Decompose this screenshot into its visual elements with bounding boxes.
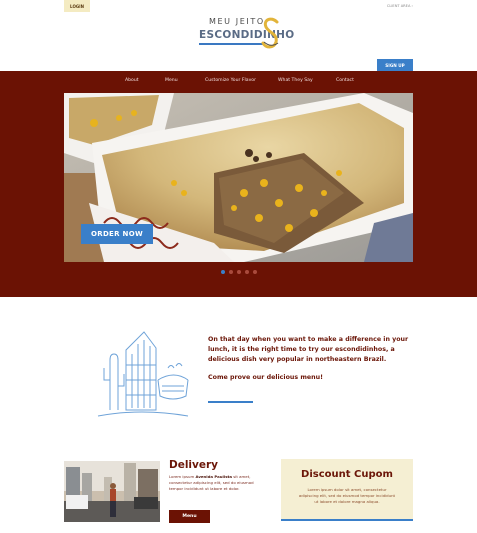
nav-item-about[interactable]: About bbox=[125, 78, 139, 83]
about-paragraph: On that day when you want to make a diff… bbox=[208, 336, 409, 363]
client-area-link[interactable]: CLIENT AREA › bbox=[387, 4, 413, 8]
discount-card: Discount Cupom Lorem ipsum dolor sit ame… bbox=[281, 459, 413, 521]
nav-item-customize[interactable]: Customize Your Flavor bbox=[205, 78, 256, 83]
logo-tagline: MEU JEITO bbox=[209, 17, 265, 26]
order-now-button[interactable]: ORDER NOW bbox=[81, 224, 153, 244]
discount-title: Discount Cupom bbox=[301, 469, 393, 480]
nav-item-testimonials[interactable]: What They Say bbox=[278, 78, 313, 83]
carousel-dot[interactable] bbox=[237, 270, 241, 274]
carousel-dot[interactable] bbox=[245, 270, 249, 274]
logo-s-mark bbox=[261, 17, 279, 49]
signup-button[interactable]: SIGN UP bbox=[377, 59, 413, 71]
about-divider bbox=[208, 401, 253, 403]
carousel-dot[interactable] bbox=[221, 270, 225, 274]
carousel-dot[interactable] bbox=[253, 270, 257, 274]
carousel-dot[interactable] bbox=[229, 270, 233, 274]
city-dish-illustration bbox=[97, 331, 189, 417]
nav-item-contact[interactable]: Contact bbox=[336, 78, 354, 83]
delivery-address: Avenida Paulista bbox=[195, 474, 233, 479]
about-cta-text: Come prove our delicious menu! bbox=[208, 374, 323, 381]
discount-description: Lorem ipsum dolor sit amet, consectetur … bbox=[298, 487, 396, 504]
carousel-dots bbox=[221, 270, 257, 275]
logo[interactable]: MEU JEITO ESCONDIDINHO bbox=[199, 16, 294, 52]
delivery-title: Delivery bbox=[169, 459, 219, 471]
logo-underline bbox=[199, 43, 263, 45]
about-text: On that day when you want to make a diff… bbox=[208, 335, 418, 383]
nav-item-menu[interactable]: Menu bbox=[165, 78, 178, 83]
delivery-text-prefix: Lorem ipsum bbox=[169, 474, 196, 479]
login-button[interactable]: LOGIN bbox=[64, 0, 90, 12]
menu-button[interactable]: Menu bbox=[169, 510, 210, 523]
delivery-description: Lorem ipsum Avenida Paulista sit amet, c… bbox=[169, 474, 267, 491]
main-nav: About Menu Customize Your Flavor What Th… bbox=[0, 78, 477, 86]
delivery-street-image bbox=[64, 461, 160, 522]
